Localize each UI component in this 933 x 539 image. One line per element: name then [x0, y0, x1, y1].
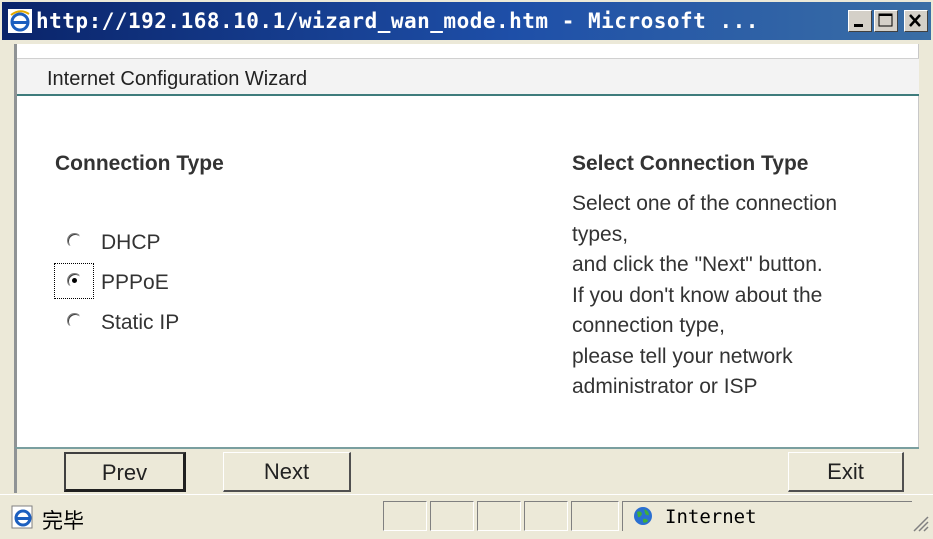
browser-window: http://192.168.10.1/wizard_wan_mode.htm … — [0, 0, 933, 539]
exit-button[interactable]: Exit — [788, 452, 904, 492]
maximize-icon — [878, 13, 893, 27]
help-line: types, — [572, 222, 629, 246]
pppoe-radio[interactable] — [67, 273, 82, 288]
wizard-title: Internet Configuration Wizard — [47, 68, 308, 90]
radio-option-static-ip[interactable]: Static IP — [63, 308, 223, 338]
static-ip-label[interactable]: Static IP — [101, 311, 179, 335]
security-zone[interactable]: Internet — [622, 501, 912, 531]
help-line: Select one of the connection — [572, 192, 838, 215]
close-icon — [909, 14, 921, 27]
close-button[interactable] — [904, 10, 928, 32]
prev-button[interactable]: Prev — [64, 452, 186, 492]
status-bar: 完毕 Internet — [0, 494, 933, 539]
dhcp-radio[interactable] — [67, 233, 82, 248]
wizard-content: Internet Configuration Wizard Connection… — [14, 44, 919, 490]
status-text: 完毕 — [42, 509, 84, 533]
help-heading: Select Connection Type — [572, 152, 809, 175]
minimize-button[interactable] — [848, 10, 872, 32]
radio-option-dhcp[interactable]: DHCP — [63, 228, 223, 258]
globe-icon — [634, 507, 652, 525]
status-panel — [477, 501, 521, 531]
help-line: administrator or ISP — [572, 375, 758, 398]
help-line: please tell your network — [572, 344, 793, 368]
help-line: and click the "Next" button. — [572, 253, 823, 276]
title-bar[interactable]: http://192.168.10.1/wizard_wan_mode.htm … — [2, 2, 931, 40]
maximize-button[interactable] — [874, 10, 898, 32]
zone-label: Internet — [665, 506, 757, 528]
status-panel — [571, 501, 619, 531]
radio-selected-dot — [72, 278, 77, 283]
connection-type-heading: Connection Type — [55, 152, 224, 175]
next-button[interactable]: Next — [223, 452, 351, 492]
ie-icon — [8, 9, 32, 33]
window-title: http://192.168.10.1/wizard_wan_mode.htm … — [36, 9, 759, 33]
help-text: Select one of the connection types, and … — [572, 189, 902, 403]
pppoe-label[interactable]: PPPoE — [101, 271, 169, 295]
status-panel — [524, 501, 568, 531]
resize-grip-icon[interactable] — [908, 511, 930, 535]
static-ip-radio[interactable] — [67, 313, 82, 328]
wizard-header: Internet Configuration Wizard — [17, 58, 919, 96]
radio-option-pppoe[interactable]: PPPoE — [54, 263, 223, 299]
help-line: If you don't know about the — [572, 283, 823, 307]
button-bar: Prev Next Exit — [14, 447, 919, 493]
help-line: connection type, — [572, 314, 725, 337]
status-panel — [430, 501, 474, 531]
status-panel — [383, 501, 427, 531]
dhcp-label[interactable]: DHCP — [101, 231, 161, 255]
minimize-icon — [854, 24, 863, 27]
page-done-icon — [11, 505, 33, 529]
